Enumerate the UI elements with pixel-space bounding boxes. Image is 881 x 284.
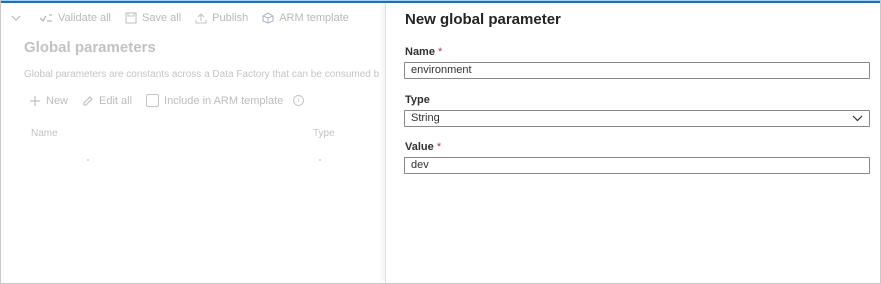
type-selected-value: String [411, 112, 440, 124]
pencil-icon [83, 95, 93, 106]
validate-icon [39, 14, 52, 23]
validate-all-label: Validate all [58, 12, 111, 24]
name-input[interactable]: environment [404, 62, 870, 79]
value-label-text: Value [405, 141, 434, 153]
chevron-down-icon[interactable] [11, 12, 21, 24]
column-header-type: Type [313, 128, 335, 139]
edit-all-label: Edit all [99, 94, 133, 107]
arm-template-icon [262, 12, 274, 24]
arm-template-button[interactable]: ARM template [262, 12, 349, 24]
publish-label: Publish [212, 12, 249, 24]
plus-icon [30, 95, 40, 106]
page-title: Global parameters [24, 39, 156, 56]
value-input[interactable]: dev [404, 157, 870, 174]
row-divider-mark [87, 159, 89, 161]
save-all-button[interactable]: Save all [125, 12, 181, 24]
type-dropdown[interactable]: String [404, 110, 870, 127]
name-field-label: Name * [405, 46, 442, 58]
required-mark: * [438, 46, 443, 58]
row-divider-mark [319, 159, 321, 161]
new-global-parameter-panel: New global parameter Name * environment … [385, 3, 880, 283]
edit-all-button[interactable]: Edit all [82, 95, 132, 107]
name-label-text: Name [405, 46, 435, 58]
value-field-label: Value * [405, 141, 441, 153]
required-mark: * [436, 141, 442, 153]
publish-button[interactable]: Publish [195, 12, 248, 24]
save-icon [125, 12, 137, 24]
global-parameters-page: Validate all Save all Publish ARM templa… [1, 1, 385, 283]
panel-title: New global parameter [405, 11, 561, 28]
type-field-label: Type [405, 94, 430, 106]
save-all-label: Save all [142, 12, 182, 24]
parameter-actions: New Edit all Include in ARM template i [29, 94, 318, 107]
include-arm-checkbox[interactable]: Include in ARM template i [146, 94, 305, 107]
publish-icon [195, 13, 207, 24]
app-window: Validate all Save all Publish ARM templa… [0, 0, 881, 284]
info-icon[interactable]: i [293, 95, 305, 106]
page-description: Global parameters are constants across a… [24, 69, 380, 80]
arm-template-label: ARM template [279, 12, 349, 24]
new-button[interactable]: New [29, 95, 68, 107]
column-header-name: Name [31, 128, 58, 139]
checkbox-box[interactable] [146, 94, 160, 107]
include-arm-label: Include in ARM template [164, 94, 284, 107]
chevron-down-icon [852, 115, 863, 122]
toolbar: Validate all Save all Publish ARM templa… [1, 7, 363, 29]
new-label: New [46, 94, 69, 107]
validate-all-button[interactable]: Validate all [39, 12, 111, 24]
